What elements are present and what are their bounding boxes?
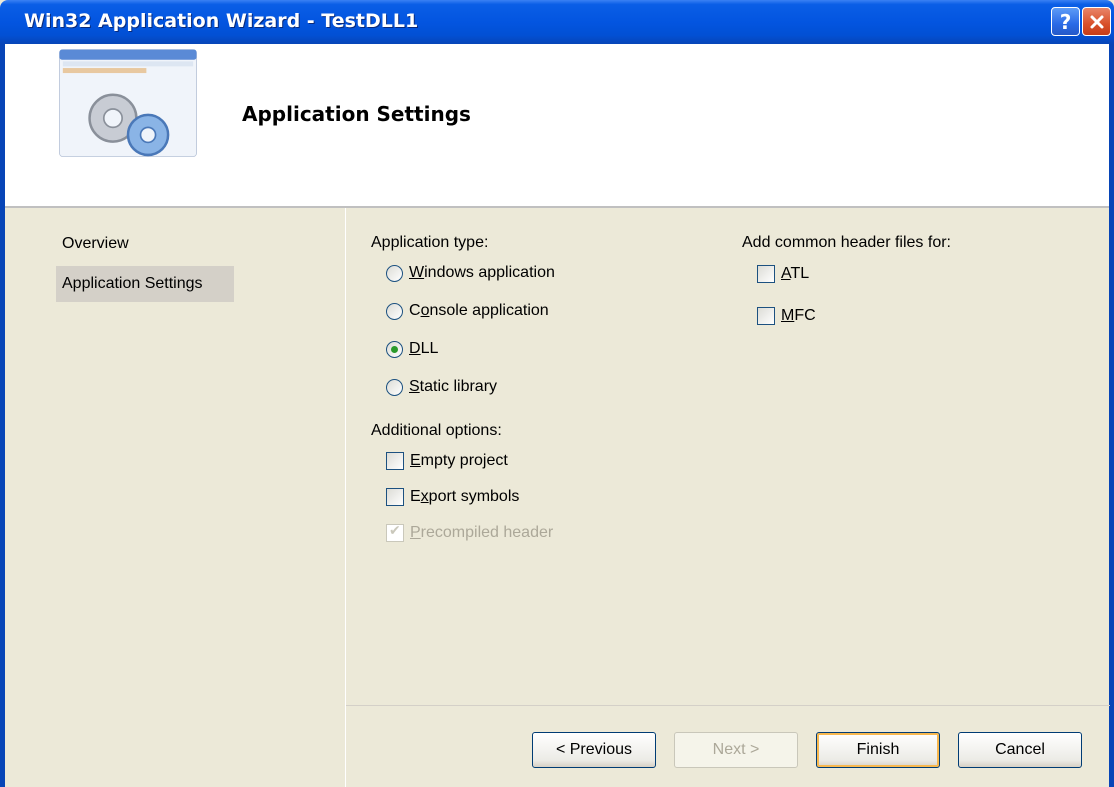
application-type-label: Application type: — [371, 234, 489, 251]
radio-label: Console application — [409, 302, 549, 320]
label-text: FC — [794, 307, 816, 324]
label-text: LL — [420, 340, 439, 357]
help-icon: ? — [1059, 9, 1072, 34]
checkbox-precompiled-header: ✔ Precompiled header — [386, 523, 553, 542]
radio-label: Windows application — [409, 264, 555, 282]
mnemonic: E — [410, 452, 421, 469]
radio-button[interactable] — [386, 264, 403, 282]
radio-console-application[interactable]: Console application — [386, 302, 549, 320]
checkbox-label: ATL — [781, 265, 809, 283]
checkbox-label: Export symbols — [410, 488, 519, 506]
wizard-header: Application Settings — [5, 44, 1109, 208]
checkbox[interactable] — [386, 452, 404, 470]
label-text: C — [409, 302, 421, 319]
checkbox-export-symbols[interactable]: Export symbols — [386, 488, 519, 506]
settings-banner-icon — [59, 49, 197, 158]
radio-label: DLL — [409, 340, 438, 358]
page-title: Application Settings — [242, 102, 471, 126]
checkbox-disabled: ✔ — [386, 523, 404, 542]
help-button[interactable]: ? — [1051, 7, 1080, 36]
checkbox[interactable] — [757, 265, 775, 283]
header-files-label: Add common header files for: — [742, 234, 951, 251]
radio-button-selected[interactable] — [386, 340, 403, 358]
label-text: nsole application — [429, 302, 549, 319]
label-text: indows application — [424, 264, 555, 281]
mnemonic: S — [409, 378, 420, 395]
radio-static-library[interactable]: Static library — [386, 378, 497, 396]
nav-item-application-settings[interactable]: Application Settings — [56, 266, 234, 302]
label-text: recompiled header — [420, 524, 554, 541]
additional-options-label: Additional options: — [371, 422, 502, 439]
label-text: port symbols — [428, 488, 520, 505]
window-title: Win32 Application Wizard - TestDLL1 — [24, 10, 419, 32]
next-button[interactable]: Next > — [674, 732, 798, 768]
checkbox-mfc[interactable]: MFC — [757, 307, 816, 325]
previous-button[interactable]: < Previous — [532, 732, 656, 768]
label-text: TL — [790, 265, 810, 282]
radio-dll[interactable]: DLL — [386, 340, 438, 358]
radio-label: Static library — [409, 378, 497, 396]
checkbox-atl[interactable]: ATL — [757, 265, 809, 283]
mnemonic: x — [420, 488, 429, 505]
cancel-button[interactable]: Cancel — [958, 732, 1082, 768]
label-text: E — [410, 488, 421, 505]
label-text: tatic library — [419, 378, 498, 395]
mnemonic: P — [410, 524, 421, 541]
nav-item-label: Application Settings — [62, 275, 203, 292]
checkbox-label: Empty project — [410, 452, 508, 470]
checkbox-label: Precompiled header — [410, 524, 553, 542]
wizard-window: Win32 Application Wizard - TestDLL1 ? Ap… — [0, 0, 1114, 787]
nav-item-overview[interactable]: Overview — [56, 226, 234, 262]
mnemonic: D — [409, 340, 421, 357]
label-text: mpty project — [420, 452, 508, 469]
nav-item-label: Overview — [62, 235, 129, 252]
close-icon — [1090, 15, 1103, 28]
title-bar[interactable]: Win32 Application Wizard - TestDLL1 ? — [0, 0, 1114, 44]
finish-button[interactable]: Finish — [816, 732, 940, 768]
mnemonic: W — [409, 264, 425, 281]
checkbox-empty-project[interactable]: Empty project — [386, 452, 508, 470]
checkbox[interactable] — [757, 307, 775, 325]
radio-button[interactable] — [386, 302, 403, 320]
radio-button[interactable] — [386, 378, 403, 396]
checkbox-label: MFC — [781, 307, 816, 325]
mnemonic: M — [781, 307, 795, 324]
radio-windows-application[interactable]: Windows application — [386, 264, 555, 282]
close-button[interactable] — [1082, 7, 1111, 36]
checkmark-icon: ✔ — [389, 523, 401, 539]
checkbox[interactable] — [386, 488, 404, 506]
